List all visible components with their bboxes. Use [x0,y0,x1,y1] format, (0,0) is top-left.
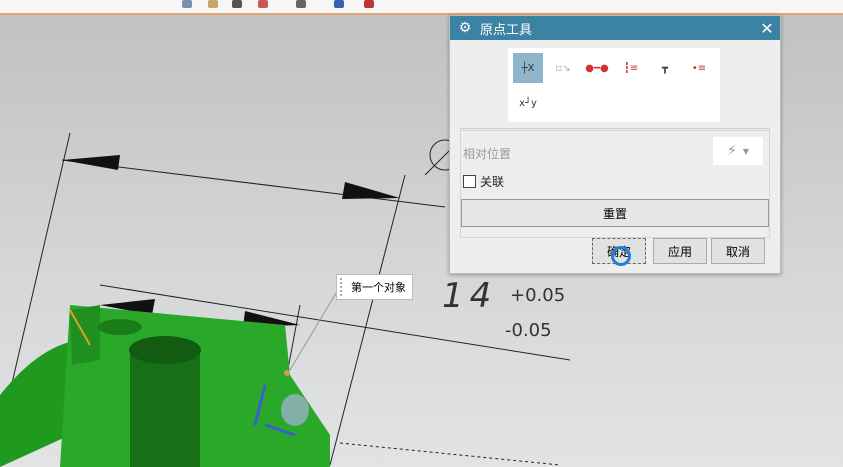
toolbar-icon[interactable] [334,0,344,8]
tooltip: 第一个对象 [336,274,413,300]
xy-placement-icon[interactable]: x┘y [513,88,543,118]
chevron-down-icon: ▼ [742,146,749,156]
mouse-cursor-icon [611,246,631,266]
apply-button[interactable]: 应用 [653,238,707,264]
toolbar-icon[interactable] [208,0,218,8]
reset-button[interactable]: 重置 [461,199,769,227]
horizontal-align-icon[interactable]: ●━● [582,53,612,83]
dimension-lower-tolerance: -0.05 [505,320,552,341]
dialog-title: 原点工具 [480,22,533,38]
toolbar-icon[interactable] [182,0,192,8]
gear-icon[interactable]: ⚙ [454,20,476,36]
align-point-icon[interactable]: ┳ [650,53,680,83]
relative-position-label: 相对位置 [463,147,512,161]
vertical-align-icon[interactable]: ┇≡ [616,53,646,83]
divider [460,128,770,129]
toolbar-icon[interactable] [258,0,268,8]
checkbox-box[interactable] [463,175,476,188]
toolbar-icon[interactable] [296,0,306,8]
origin-method-panel: ┼X ▫↘ ●━● ┇≡ ┳ •≡ x┘y [508,48,720,122]
offset-icon[interactable]: ▫↘ [548,53,578,83]
free-placement-icon[interactable]: ┼X [513,53,543,83]
associative-label: 关联 [480,175,505,189]
toolbar [0,0,843,15]
dimension-upper-tolerance: +0.05 [510,285,566,306]
toolbar-icon[interactable] [364,0,374,8]
relative-position-dropdown[interactable]: ⚡ ▼ [713,137,763,165]
toolbar-icon[interactable] [232,0,242,8]
close-icon[interactable]: ✕ [754,19,780,38]
settings-group: 相对位置 ⚡ ▼ 关联 重置 [460,130,770,238]
origin-tool-dialog: ⚙ 原点工具 ✕ ┼X ▫↘ ●━● ┇≡ ┳ •≡ x┘y 相对位置 ⚡ ▼ 关… [449,15,781,274]
cancel-button[interactable]: 取消 [711,238,765,264]
dialog-titlebar[interactable]: ⚙ 原点工具 ✕ [450,16,780,40]
point-on-line-icon[interactable]: •≡ [684,53,714,83]
dimension-nominal[interactable]: 14 [442,276,497,316]
associative-checkbox[interactable]: 关联 [463,173,504,190]
tooltip-text: 第一个对象 [351,281,406,294]
inference-icon: ⚡ [727,143,737,159]
